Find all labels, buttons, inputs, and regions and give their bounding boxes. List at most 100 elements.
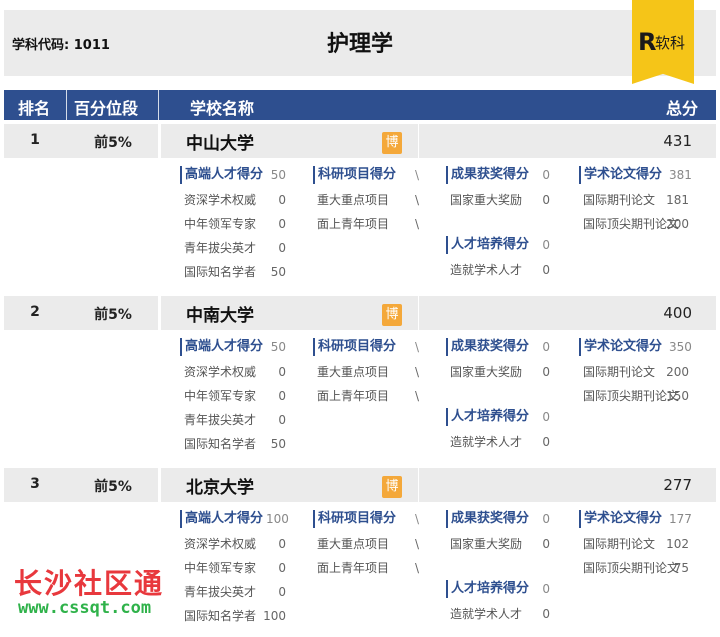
award-title: 成果获奖得分 (446, 166, 529, 184)
row-divider (158, 468, 161, 502)
training-title: 人才培养得分 (446, 408, 529, 426)
metric-label: 面上青年项目 (317, 217, 390, 231)
metric-value: \ (414, 217, 419, 231)
metric-value: \ (414, 193, 419, 207)
title-bar: 学科代码: 1011 护理学 (4, 10, 716, 76)
header-divider (66, 90, 67, 120)
award-score: 0 (542, 512, 550, 526)
metric-label: 国际知名学者 (184, 265, 257, 279)
metric-value: 0 (542, 365, 550, 379)
paper-score: 381 (669, 168, 692, 182)
metric-label: 资深学术权威 (184, 365, 257, 379)
metric-value: 0 (278, 585, 286, 599)
research-score: \ (414, 168, 419, 182)
doctoral-badge-icon: 博 (382, 476, 402, 498)
research-title: 科研项目得分 (313, 338, 396, 356)
training-score: 0 (542, 238, 550, 252)
metric-value: 75 (673, 561, 689, 575)
paper-title: 学术论文得分 (579, 510, 662, 528)
col-school: 学校名称 (190, 99, 255, 118)
metric-label: 资深学术权威 (184, 193, 257, 207)
talent-score: 50 (270, 340, 286, 354)
paper-title: 学术论文得分 (579, 338, 662, 356)
talent-title: 高端人才得分 (180, 510, 263, 528)
metric-label: 重大重点项目 (317, 365, 390, 379)
metric-label: 重大重点项目 (317, 537, 390, 551)
score-breakdown: 高端人才得分 50 资深学术权威 0 中年领军专家 0 青年拔尖英才 0 国际知名学者 50 科研项… (0, 330, 720, 462)
training-title: 人才培养得分 (446, 580, 529, 598)
rank-value: 3 (30, 476, 40, 492)
total-score: 431 (663, 132, 692, 150)
row-divider (158, 124, 161, 158)
training-score: 0 (542, 582, 550, 596)
metric-label: 中年领军专家 (184, 389, 257, 403)
metric-value: 0 (542, 607, 550, 621)
school-name[interactable]: 中山大学 (186, 129, 254, 154)
research-title: 科研项目得分 (313, 166, 396, 184)
school-row: 1 前5% 中山大学 博 431 (4, 124, 716, 158)
metric-label: 国际期刊论文 (583, 193, 656, 207)
metric-label: 国际知名学者 (184, 437, 257, 451)
metric-value: 100 (263, 609, 286, 623)
research-score: \ (414, 512, 419, 526)
row-divider (418, 296, 419, 330)
school-name[interactable]: 中南大学 (186, 301, 254, 326)
col-percentile: 百分位段 (74, 99, 139, 118)
doctoral-badge-icon: 博 (382, 304, 402, 326)
metric-label: 中年领军专家 (184, 217, 257, 231)
metric-value: 0 (278, 561, 286, 575)
metric-value: 200 (666, 217, 689, 231)
percentile-value: 前5% (94, 307, 132, 323)
metric-label: 国际期刊论文 (583, 365, 656, 379)
metric-label: 青年拔尖英才 (184, 241, 257, 255)
col-rank: 排名 (18, 99, 51, 118)
metric-label: 造就学术人才 (450, 435, 523, 449)
metric-value: 0 (542, 193, 550, 207)
row-divider (418, 468, 419, 502)
metric-value: 0 (278, 241, 286, 255)
metric-value: 0 (278, 193, 286, 207)
watermark-name: 长沙社区通 (14, 567, 165, 600)
talent-score: 100 (266, 512, 289, 526)
metric-value: 0 (278, 413, 286, 427)
rank-value: 1 (30, 132, 40, 148)
award-score: 0 (542, 168, 550, 182)
school-row: 2 前5% 中南大学 博 400 (4, 296, 716, 330)
training-score: 0 (542, 410, 550, 424)
metric-label: 青年拔尖英才 (184, 585, 257, 599)
metric-label: 资深学术权威 (184, 537, 257, 551)
page-title: 护理学 (326, 32, 393, 57)
school-name[interactable]: 北京大学 (186, 473, 254, 498)
award-title: 成果获奖得分 (446, 510, 529, 528)
row-divider (158, 296, 161, 330)
talent-title: 高端人才得分 (180, 166, 263, 184)
metric-label: 面上青年项目 (317, 561, 390, 575)
metric-value: 0 (278, 537, 286, 551)
watermark-url: www.cssqt.com (18, 598, 152, 618)
metric-label: 造就学术人才 (450, 607, 523, 621)
metric-value: 200 (666, 365, 689, 379)
col-total: 总分 (665, 99, 698, 118)
row-divider (418, 124, 419, 158)
metric-label: 中年领军专家 (184, 561, 257, 575)
metric-label: 国际知名学者 (184, 609, 257, 623)
rank-value: 2 (30, 304, 40, 320)
award-score: 0 (542, 340, 550, 354)
paper-title: 学术论文得分 (579, 166, 662, 184)
metric-value: 181 (666, 193, 689, 207)
metric-value: 0 (278, 365, 286, 379)
research-score: \ (414, 340, 419, 354)
logo-mark-icon: R (638, 28, 657, 56)
total-score: 277 (663, 476, 692, 494)
table-header: 排名 百分位段 学校名称 总分 (4, 90, 716, 120)
metric-value: \ (414, 537, 419, 551)
school-row: 3 前5% 北京大学 博 277 (4, 468, 716, 502)
metric-label: 国家重大奖励 (450, 365, 523, 379)
metric-value: 0 (542, 263, 550, 277)
metric-label: 造就学术人才 (450, 263, 523, 277)
paper-score: 177 (669, 512, 692, 526)
metric-value: 0 (278, 217, 286, 231)
logo-text: 软科 (655, 34, 686, 52)
score-breakdown: 高端人才得分 50 资深学术权威 0 中年领军专家 0 青年拔尖英才 0 国际知名学者 50 科研项… (0, 158, 720, 290)
training-title: 人才培养得分 (446, 236, 529, 254)
